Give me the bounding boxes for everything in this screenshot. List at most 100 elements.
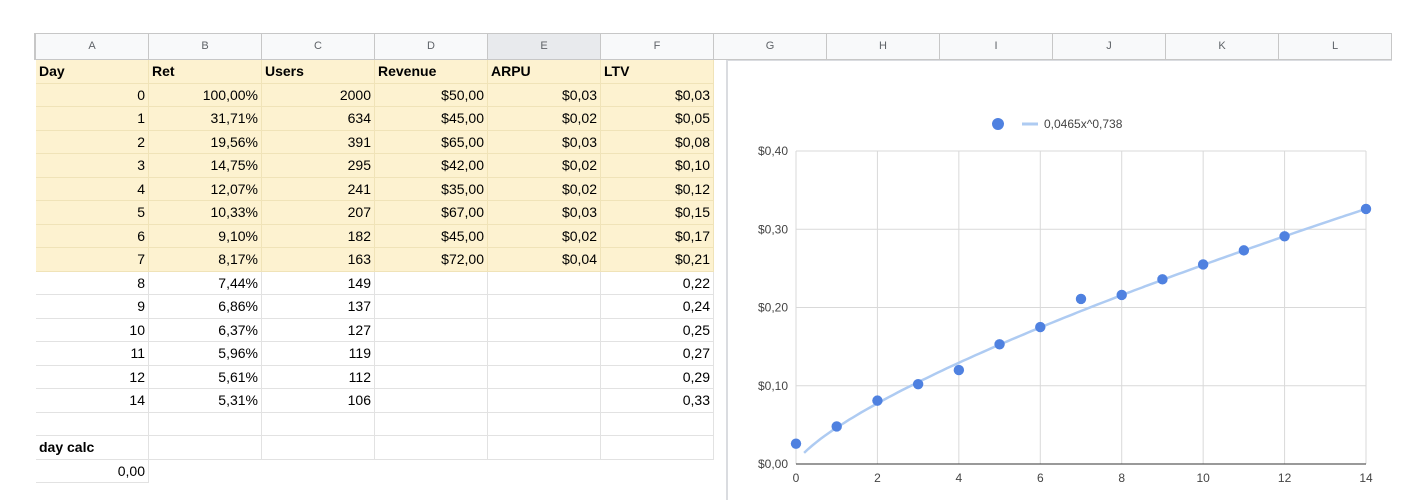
header-cell-arpu[interactable]: ARPU	[488, 60, 601, 84]
data-point[interactable]	[1238, 245, 1250, 256]
cell-users[interactable]: 295	[262, 154, 375, 178]
cell-users[interactable]: 634	[262, 107, 375, 131]
cell-ltv[interactable]	[601, 412, 714, 436]
cell-ltv[interactable]: 0,24	[601, 295, 714, 319]
scatter-chart[interactable]: $0,00 $0,10 $0,20 $0,30 $0,40 0 2 4 6 8 10 12 14 0,0…	[728, 61, 1392, 500]
cell-arpu[interactable]	[488, 365, 601, 389]
cell-users[interactable]: 207	[262, 201, 375, 225]
cell-users[interactable]: 127	[262, 318, 375, 342]
cell-ltv[interactable]: $0,10	[601, 154, 714, 178]
column-header-h[interactable]: H	[827, 34, 940, 60]
cell-users[interactable]	[262, 412, 375, 436]
cell-revenue[interactable]	[375, 342, 488, 366]
header-cell-ret[interactable]: Ret	[149, 60, 262, 84]
cell-ltv[interactable]: 0,22	[601, 271, 714, 295]
spreadsheet-grid[interactable]: ABCDEFGHIJKL Day Ret Users Revenue ARPU LTV 0 1…	[36, 34, 1392, 500]
cell-ltv[interactable]: 0,29	[601, 365, 714, 389]
column-header-b[interactable]: B	[149, 34, 262, 60]
cell-ret[interactable]: 12,07%	[149, 177, 262, 201]
cell-arpu[interactable]: $0,02	[488, 224, 601, 248]
data-point[interactable]	[1035, 321, 1046, 333]
cell-arpu[interactable]: $0,02	[488, 177, 601, 201]
cell-ret[interactable]	[149, 412, 262, 436]
data-point[interactable]	[1075, 293, 1087, 305]
cell-ret[interactable]: 19,56%	[149, 130, 262, 154]
cell-ltv[interactable]: $0,15	[601, 201, 714, 225]
cell-arpu[interactable]: $0,03	[488, 201, 601, 225]
cell-day[interactable]: 11	[36, 342, 149, 366]
cell-day[interactable]: 1	[36, 107, 149, 131]
cell-ret[interactable]: 10,33%	[149, 201, 262, 225]
cell-users[interactable]: 391	[262, 130, 375, 154]
chart-panel[interactable]: $0,00 $0,10 $0,20 $0,30 $0,40 0 2 4 6 8 10 12 14 0,0…	[726, 60, 1392, 500]
data-point[interactable]	[912, 378, 924, 390]
cell-day[interactable]: 4	[36, 177, 149, 201]
cell-users[interactable]: 106	[262, 389, 375, 413]
cell-ret[interactable]: 5,31%	[149, 389, 262, 413]
header-cell-users[interactable]: Users	[262, 60, 375, 84]
cell-day[interactable]: 14	[36, 389, 149, 413]
column-header-e[interactable]: E	[488, 34, 601, 60]
data-point[interactable]	[1116, 289, 1127, 301]
cell-revenue[interactable]: $35,00	[375, 177, 488, 201]
data-point[interactable]	[994, 339, 1005, 350]
cell-ret[interactable]: 6,37%	[149, 318, 262, 342]
cell-day[interactable]: 9	[36, 295, 149, 319]
cell-day[interactable]: 10	[36, 318, 149, 342]
cell-users[interactable]: 119	[262, 342, 375, 366]
cell-ltv[interactable]: $0,08	[601, 130, 714, 154]
column-header-c[interactable]: C	[262, 34, 375, 60]
empty-cell[interactable]	[375, 436, 488, 460]
cell-revenue[interactable]	[375, 365, 488, 389]
cell-day[interactable]	[36, 412, 149, 436]
cell-day[interactable]: 3	[36, 154, 149, 178]
cell-ret[interactable]: 31,71%	[149, 107, 262, 131]
cell-users[interactable]: 112	[262, 365, 375, 389]
day-calc-value[interactable]: 0,00	[36, 459, 149, 483]
cell-ltv[interactable]: 0,27	[601, 342, 714, 366]
cell-day[interactable]: 0	[36, 83, 149, 107]
column-header-i[interactable]: I	[940, 34, 1053, 60]
header-cell-day[interactable]: Day	[36, 60, 149, 84]
data-point[interactable]	[1157, 274, 1168, 285]
data-point[interactable]	[831, 421, 842, 432]
header-cell-ltv[interactable]: LTV	[601, 60, 714, 84]
header-cell-revenue[interactable]: Revenue	[375, 60, 488, 84]
cell-ltv[interactable]: 0,25	[601, 318, 714, 342]
cell-revenue[interactable]: $45,00	[375, 224, 488, 248]
cell-revenue[interactable]	[375, 412, 488, 436]
cell-arpu[interactable]: $0,02	[488, 154, 601, 178]
cell-arpu[interactable]	[488, 389, 601, 413]
cell-arpu[interactable]	[488, 318, 601, 342]
data-point[interactable]	[953, 364, 965, 376]
empty-cell[interactable]	[488, 436, 601, 460]
cell-ltv[interactable]: $0,12	[601, 177, 714, 201]
cell-ltv[interactable]: 0,33	[601, 389, 714, 413]
cell-ltv[interactable]: $0,03	[601, 83, 714, 107]
cell-arpu[interactable]	[488, 271, 601, 295]
cell-day[interactable]: 12	[36, 365, 149, 389]
cell-ltv[interactable]: $0,21	[601, 248, 714, 272]
cell-revenue[interactable]	[375, 271, 488, 295]
cell-revenue[interactable]: $72,00	[375, 248, 488, 272]
data-point[interactable]	[872, 395, 883, 406]
data-point[interactable]	[790, 438, 802, 449]
empty-cell[interactable]	[601, 436, 714, 460]
column-header-g[interactable]: G	[714, 34, 827, 60]
cell-ret[interactable]: 6,86%	[149, 295, 262, 319]
column-header-d[interactable]: D	[375, 34, 488, 60]
cell-users[interactable]: 163	[262, 248, 375, 272]
cell-arpu[interactable]	[488, 412, 601, 436]
cell-users[interactable]: 182	[262, 224, 375, 248]
column-header-k[interactable]: K	[1166, 34, 1279, 60]
day-calc-label[interactable]: day calc	[36, 436, 149, 460]
cell-revenue[interactable]	[375, 318, 488, 342]
cell-ret[interactable]: 5,61%	[149, 365, 262, 389]
cell-ltv[interactable]: $0,05	[601, 107, 714, 131]
cell-day[interactable]: 5	[36, 201, 149, 225]
cell-arpu[interactable]	[488, 295, 601, 319]
cell-arpu[interactable]	[488, 342, 601, 366]
column-header-l[interactable]: L	[1279, 34, 1392, 60]
column-header-a[interactable]: A	[36, 34, 149, 60]
cell-revenue[interactable]: $45,00	[375, 107, 488, 131]
